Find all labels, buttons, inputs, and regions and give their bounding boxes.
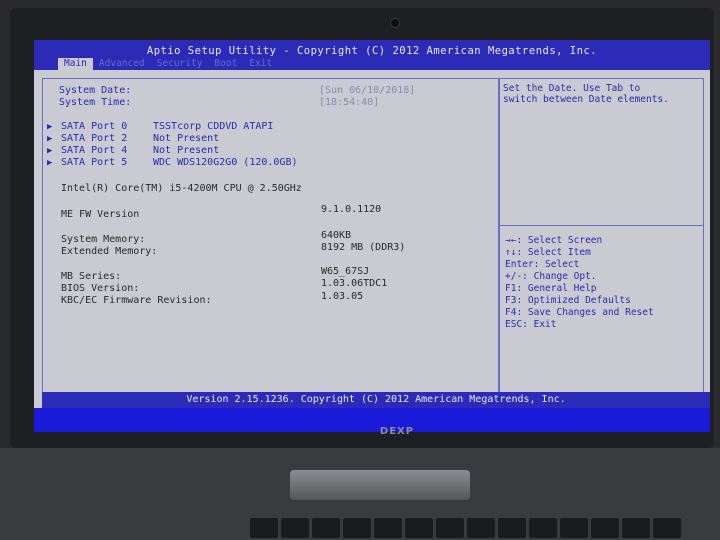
extended-memory-value: 8192 MB (DDR3): [321, 242, 406, 253]
kbc-fw-label: KBC/EC Firmware Revision:: [61, 295, 212, 306]
keyboard-key: [467, 518, 495, 538]
system-memory-value: 640KB: [321, 230, 352, 241]
system-date-label: System Date:: [59, 85, 132, 96]
submenu-arrow-icon: ▶: [47, 122, 53, 132]
key-help-save-reset: F4: Save Changes and Reset: [505, 307, 654, 318]
sata-port-0-value: TSSTcorp CDDVD ATAPI: [153, 121, 274, 132]
key-help-enter: Enter: Select: [505, 259, 580, 270]
key-help-select-item: ↑↓: Select Item: [505, 247, 591, 258]
keyboard-key: [343, 518, 371, 538]
keyboard-key: [250, 518, 278, 538]
tab-main[interactable]: Main: [58, 58, 93, 70]
bios-version-value: 1.03.06TDC1: [321, 278, 388, 289]
cpu-info: Intel(R) Core(TM) i5-4200M CPU @ 2.50GHz: [61, 183, 302, 194]
brand-logo: DEXP: [379, 426, 415, 437]
help-description: Set the Date. Use Tab to switch between …: [503, 83, 669, 105]
system-time-field[interactable]: [18:54:40]: [319, 97, 379, 108]
tab-bar: Main Advanced Security Boot Exit: [58, 58, 278, 70]
bios-version-label: BIOS Version:: [61, 283, 140, 294]
webcam-icon: [390, 18, 400, 28]
kbc-fw-value: 1.03.05: [321, 291, 364, 302]
key-help-general-help: F1: General Help: [505, 283, 597, 294]
keyboard-key: [405, 518, 433, 538]
tab-boot[interactable]: Boot: [208, 58, 243, 70]
sata-port-2-item[interactable]: SATA Port 2: [61, 133, 127, 144]
version-status-bar: Version 2.15.1236. Copyright (C) 2012 Am…: [42, 392, 710, 408]
mb-series-label: MB Series:: [61, 271, 122, 282]
keyboard-key: [498, 518, 526, 538]
key-help-select-screen: →←: Select Screen: [505, 235, 603, 246]
keyboard-key: [374, 518, 402, 538]
keyboard-key: [591, 518, 619, 538]
main-panel: System Date: [Sun 06/10/2018] System Tim…: [42, 78, 500, 396]
mb-series-value: W65_67SJ: [321, 266, 370, 277]
title: Aptio Setup Utility - Copyright (C) 2012…: [146, 45, 598, 57]
keyboard-key: [312, 518, 340, 538]
bios-screen: Aptio Setup Utility - Copyright (C) 2012…: [34, 40, 710, 432]
laptop-hinge: [290, 470, 470, 500]
key-help-change-opt: +/-: Change Opt.: [505, 271, 597, 282]
sata-port-5-item[interactable]: SATA Port 5: [61, 157, 127, 168]
title-bar: Aptio Setup Utility - Copyright (C) 2012…: [34, 40, 710, 70]
sata-port-4-item[interactable]: SATA Port 4: [61, 145, 127, 156]
tab-security[interactable]: Security: [151, 58, 209, 70]
key-help-optimized-defaults: F3: Optimized Defaults: [505, 295, 631, 306]
help-panel: Set the Date. Use Tab to switch between …: [498, 78, 704, 396]
sata-port-0-item[interactable]: SATA Port 0: [61, 121, 127, 132]
key-help-exit: ESC: Exit: [505, 319, 557, 330]
keyboard-key: [281, 518, 309, 538]
keyboard-key: [529, 518, 557, 538]
submenu-arrow-icon: ▶: [47, 134, 53, 144]
system-time-label: System Time:: [59, 97, 132, 108]
help-divider: [499, 225, 703, 226]
keyboard-key: [622, 518, 650, 538]
sata-port-4-value: Not Present: [153, 145, 220, 156]
submenu-arrow-icon: ▶: [47, 146, 53, 156]
me-fw-value: 9.1.0.1120: [321, 204, 382, 215]
keyboard-key: [560, 518, 588, 538]
keyboard-row: [250, 518, 720, 540]
tab-exit[interactable]: Exit: [243, 58, 278, 70]
system-memory-label: System Memory:: [61, 234, 146, 245]
sata-port-2-value: Not Present: [153, 133, 220, 144]
submenu-arrow-icon: ▶: [47, 158, 53, 168]
me-fw-label: ME FW Version: [61, 209, 140, 220]
extended-memory-label: Extended Memory:: [61, 246, 158, 257]
keyboard-key: [436, 518, 464, 538]
keyboard-key: [653, 518, 681, 538]
system-date-field[interactable]: [Sun 06/10/2018]: [319, 85, 415, 96]
sata-port-5-value: WDC WDS120G2G0 (120.0GB): [153, 157, 298, 168]
tab-advanced[interactable]: Advanced: [93, 58, 151, 70]
